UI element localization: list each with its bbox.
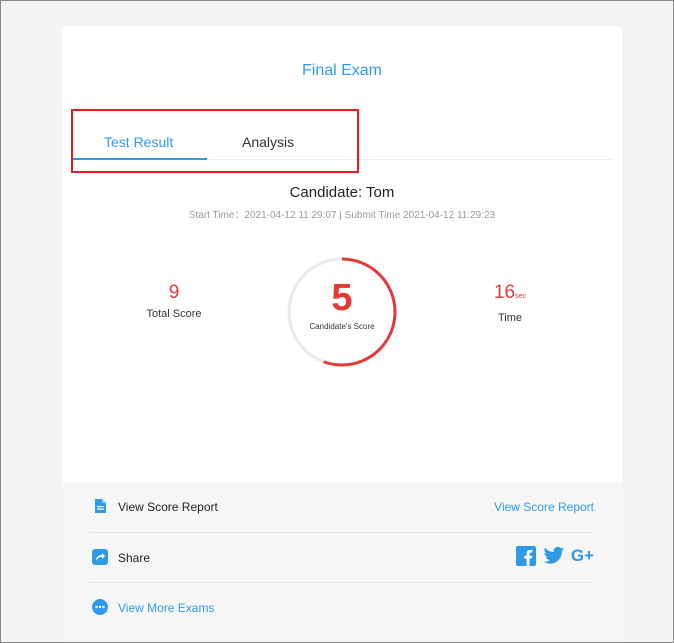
facebook-icon[interactable] xyxy=(515,546,537,566)
view-more-exams-link[interactable]: View More Exams xyxy=(118,601,214,615)
google-plus-icon[interactable]: G+ xyxy=(571,546,594,566)
tab-analysis[interactable]: Analysis xyxy=(242,134,294,160)
time-label: Time xyxy=(497,312,523,324)
tab-test-result[interactable]: Test Result xyxy=(104,134,173,160)
score-report-row: View Score Report View Score Report xyxy=(90,482,594,532)
document-icon xyxy=(95,499,106,513)
exam-times: Start Time：2021-04-12 11:29:07 | Submit … xyxy=(188,210,496,221)
social-links: G+ xyxy=(515,545,594,567)
total-score-value: 9 xyxy=(168,282,180,303)
candidate-score-value: 5 xyxy=(331,277,353,319)
share-icon xyxy=(92,549,108,565)
candidate-score-label: Candidate's Score xyxy=(309,322,375,331)
total-score-label: Total Score xyxy=(146,308,202,320)
result-footer: View Score Report View Score Report Shar… xyxy=(62,482,622,643)
exam-title: Final Exam xyxy=(301,62,383,79)
result-card: Final Exam Test Result Analysis Candidat… xyxy=(62,26,622,643)
total-score-stat: 9 Total Score xyxy=(114,282,234,320)
twitter-icon[interactable] xyxy=(543,546,565,566)
view-score-report-link[interactable]: View Score Report xyxy=(494,500,594,514)
candidate-prefix: Candidate: xyxy=(289,184,367,201)
share-row: Share G+ xyxy=(90,532,594,582)
time-value-line: 16sec xyxy=(450,282,570,308)
time-unit: sec xyxy=(515,293,527,300)
active-tab-indicator xyxy=(72,158,207,160)
tab-bar: Test Result Analysis xyxy=(72,126,612,160)
time-stat: 16sec Time xyxy=(450,282,570,324)
share-label: Share xyxy=(118,551,151,565)
candidate-name: Tom xyxy=(366,184,395,201)
candidate-score-ring: 5 Candidate's Score xyxy=(286,256,398,368)
more-icon xyxy=(92,599,108,615)
time-value: 16 xyxy=(493,282,516,303)
more-exams-row[interactable]: View More Exams xyxy=(90,582,594,632)
score-report-label: View Score Report xyxy=(118,500,218,514)
candidate-heading: Candidate: Tom xyxy=(62,184,622,201)
